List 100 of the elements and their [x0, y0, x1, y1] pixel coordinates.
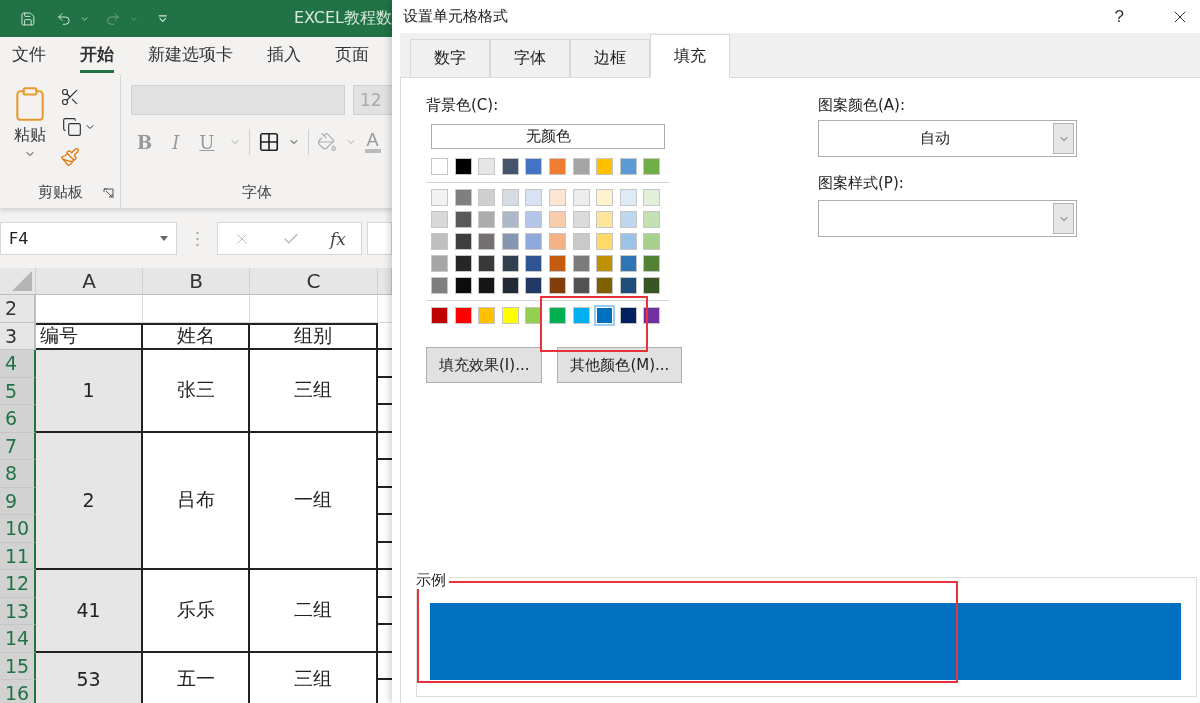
column-header[interactable]: C [250, 268, 378, 295]
color-swatch[interactable] [454, 307, 472, 324]
color-swatch[interactable] [501, 189, 519, 206]
drag-handle-icon[interactable] [195, 230, 199, 247]
color-swatch[interactable] [643, 255, 661, 272]
row-header[interactable]: 12 [0, 570, 36, 598]
font-name-field[interactable] [131, 85, 345, 115]
paintbrush-icon[interactable] [60, 147, 80, 167]
color-swatch[interactable] [454, 211, 472, 228]
color-swatch[interactable] [454, 189, 472, 206]
no-color-button[interactable]: 无颜色 [431, 124, 665, 149]
row-header[interactable]: 7 [0, 432, 36, 460]
color-swatch[interactable] [525, 158, 543, 175]
row-header[interactable]: 11 [0, 542, 36, 570]
color-swatch[interactable] [478, 255, 496, 272]
color-swatch[interactable] [431, 255, 448, 272]
color-swatch[interactable] [501, 255, 519, 272]
insert-function-button[interactable]: fx [329, 228, 346, 249]
color-swatch[interactable] [501, 211, 519, 228]
color-swatch[interactable] [525, 211, 543, 228]
fill-effects-button[interactable]: 填充效果(I)... [426, 347, 543, 383]
row-header[interactable]: 6 [0, 405, 36, 433]
dialog-tab[interactable]: 数字 [410, 39, 490, 77]
row-header[interactable]: 14 [0, 625, 36, 653]
help-button[interactable]: ? [1108, 5, 1130, 28]
row-header[interactable]: 8 [0, 460, 36, 488]
color-swatch[interactable] [478, 211, 496, 228]
color-swatch[interactable] [596, 189, 614, 206]
color-swatch[interactable] [572, 307, 590, 324]
color-swatch[interactable] [478, 189, 496, 206]
color-swatch[interactable] [525, 233, 543, 250]
color-swatch[interactable] [619, 255, 637, 272]
color-swatch[interactable] [454, 233, 472, 250]
column-header[interactable]: A [36, 268, 143, 295]
color-swatch[interactable] [643, 158, 661, 175]
color-swatch[interactable] [643, 189, 661, 206]
color-swatch[interactable] [525, 189, 543, 206]
color-swatch[interactable] [431, 307, 448, 324]
color-swatch[interactable] [596, 233, 614, 250]
color-swatch[interactable] [619, 158, 637, 175]
row-header[interactable]: 4 [0, 350, 36, 378]
color-swatch[interactable] [431, 277, 448, 294]
color-swatch[interactable] [548, 189, 566, 206]
color-swatch[interactable] [501, 307, 519, 324]
color-swatch[interactable] [572, 277, 590, 294]
row-header[interactable]: 10 [0, 515, 36, 543]
color-swatch[interactable] [478, 233, 496, 250]
row-header[interactable]: 2 [0, 295, 36, 323]
color-swatch[interactable] [454, 158, 472, 175]
color-swatch[interactable] [572, 211, 590, 228]
color-swatch[interactable] [501, 233, 519, 250]
color-swatch[interactable] [548, 307, 566, 324]
row-header[interactable]: 9 [0, 487, 36, 515]
color-swatch[interactable] [454, 255, 472, 272]
color-swatch[interactable] [478, 158, 496, 175]
color-swatch[interactable] [572, 158, 590, 175]
ribbon-tab[interactable]: 新建选项卡 [148, 39, 233, 73]
row-header[interactable]: 15 [0, 652, 36, 680]
copy-icon[interactable] [62, 117, 82, 137]
color-swatch[interactable] [431, 211, 448, 228]
formula-field[interactable] [367, 222, 392, 255]
paste-button[interactable]: 粘贴 [0, 83, 60, 180]
select-all-icon[interactable] [12, 271, 32, 291]
fill-color-icon[interactable] [316, 132, 337, 152]
color-swatch[interactable] [643, 211, 661, 228]
caret-icon[interactable] [160, 236, 168, 241]
color-swatch[interactable] [431, 158, 448, 175]
borders-icon[interactable] [257, 131, 280, 153]
column-header[interactable] [378, 268, 392, 295]
ribbon-tab[interactable]: 页面 [335, 39, 369, 73]
color-swatch[interactable] [572, 233, 590, 250]
color-swatch[interactable] [619, 277, 637, 294]
column-header[interactable]: B [143, 268, 250, 295]
color-swatch[interactable] [454, 277, 472, 294]
more-colors-button[interactable]: 其他颜色(M)... [557, 347, 683, 383]
color-swatch[interactable] [431, 189, 448, 206]
row-header[interactable]: 13 [0, 597, 36, 625]
color-swatch[interactable] [572, 189, 590, 206]
color-swatch[interactable] [525, 277, 543, 294]
color-swatch[interactable] [643, 233, 661, 250]
ribbon-tab[interactable]: 开始 [80, 39, 114, 73]
ribbon-tab[interactable]: 文件 [12, 39, 46, 73]
color-swatch[interactable] [525, 255, 543, 272]
color-swatch[interactable] [548, 255, 566, 272]
customize-icon[interactable] [158, 13, 168, 24]
color-swatch[interactable] [501, 277, 519, 294]
color-swatch[interactable] [572, 255, 590, 272]
ribbon-tab[interactable]: 插入 [267, 39, 301, 73]
cut-icon[interactable] [60, 87, 80, 107]
color-swatch[interactable] [619, 233, 637, 250]
color-swatch[interactable] [501, 158, 519, 175]
row-header[interactable]: 5 [0, 377, 36, 405]
color-swatch[interactable] [619, 189, 637, 206]
color-swatch[interactable] [619, 211, 637, 228]
row-header[interactable]: 3 [0, 322, 36, 350]
color-swatch[interactable] [548, 211, 566, 228]
color-swatch[interactable] [548, 277, 566, 294]
pattern-style-dropdown[interactable] [818, 200, 1077, 237]
row-header[interactable]: 16 [0, 680, 36, 703]
color-swatch[interactable] [596, 255, 614, 272]
